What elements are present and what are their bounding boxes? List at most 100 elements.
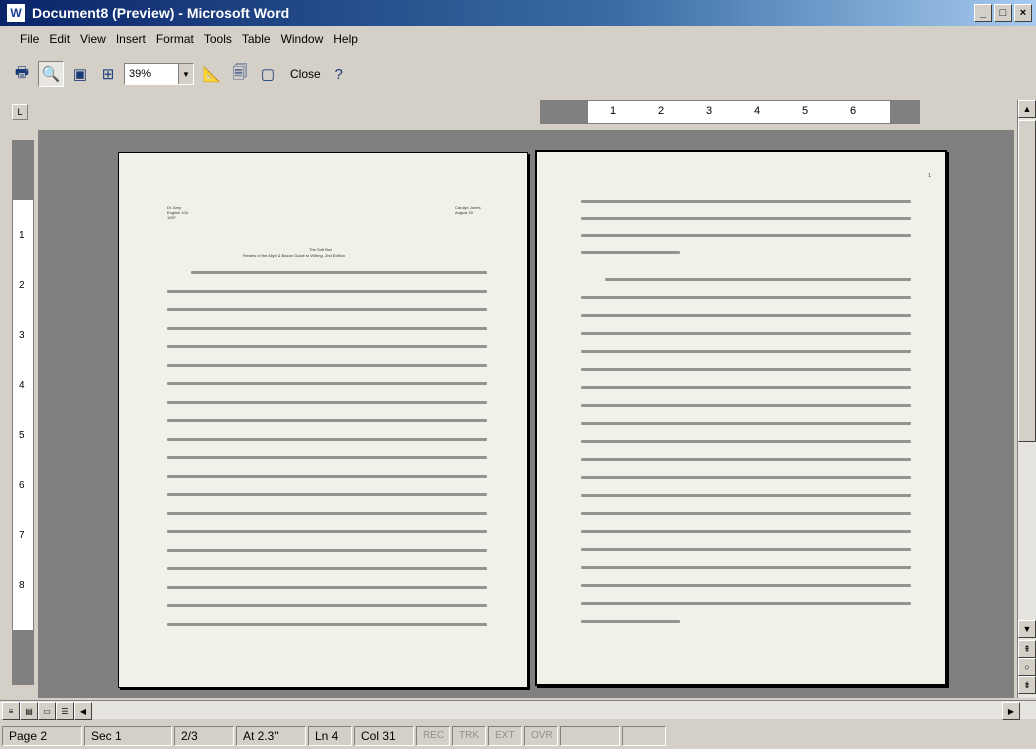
- ruler-bottom-margin: [13, 630, 33, 685]
- one-page-icon[interactable]: ▣: [68, 62, 92, 86]
- ruler-number: 6: [850, 105, 857, 117]
- previous-page-icon[interactable]: ⇞: [1018, 640, 1036, 658]
- status-trk[interactable]: TRK: [452, 725, 486, 746]
- text-line: [167, 604, 487, 607]
- status-rec[interactable]: REC: [416, 725, 450, 746]
- scroll-thumb[interactable]: [1018, 120, 1036, 442]
- vertical-scrollbar[interactable]: ▲ ▼ ⇞ ○ ⇟: [1017, 100, 1036, 698]
- menu-format[interactable]: Format: [156, 32, 194, 46]
- chevron-down-icon[interactable]: ▼: [178, 64, 193, 84]
- maximize-button[interactable]: □: [994, 4, 1012, 22]
- menu-edit[interactable]: Edit: [49, 32, 70, 46]
- text-line: [167, 382, 487, 385]
- menu-file[interactable]: File: [20, 32, 39, 46]
- text-line: [167, 400, 487, 404]
- menu-bar: File Edit View Insert Format Tools Table…: [0, 28, 1036, 50]
- text-line: [581, 200, 911, 203]
- text-line: [167, 530, 487, 533]
- status-ext[interactable]: EXT: [488, 725, 522, 746]
- minimize-button[interactable]: _: [974, 4, 992, 22]
- ruler-number: 6: [19, 480, 25, 491]
- header-line: 1997: [167, 215, 176, 220]
- view-ruler-icon[interactable]: 📐: [200, 62, 224, 86]
- zoom-value: 39%: [129, 68, 152, 80]
- status-line: Ln 4: [308, 725, 352, 746]
- page-2[interactable]: 1: [535, 150, 947, 686]
- text-line: [167, 437, 487, 441]
- text-line: [167, 622, 487, 626]
- print-layout-view-icon[interactable]: ▭: [38, 702, 56, 720]
- text-line: [581, 602, 911, 605]
- scroll-up-icon[interactable]: ▲: [1018, 100, 1036, 118]
- status-bar: Page 2 Sec 1 2/3 At 2.3" Ln 4 Col 31 REC…: [0, 722, 1036, 749]
- text-line: [167, 493, 487, 496]
- text-line: [167, 567, 487, 570]
- text-line: [581, 476, 911, 479]
- outline-view-icon[interactable]: ☰: [56, 702, 74, 720]
- normal-view-icon[interactable]: ≡: [2, 702, 20, 720]
- context-help-icon[interactable]: ?: [327, 62, 351, 86]
- text-line: [167, 289, 487, 293]
- status-ovr[interactable]: OVR: [524, 725, 558, 746]
- ruler-number: 4: [754, 105, 761, 117]
- window-controls: _ □ ×: [974, 4, 1032, 22]
- tab-selector[interactable]: L: [12, 104, 28, 120]
- ruler-number: 2: [19, 280, 25, 291]
- next-page-icon[interactable]: ⇟: [1018, 676, 1036, 694]
- text-line: [581, 548, 911, 551]
- status-column: Col 31: [354, 725, 414, 746]
- document-subtitle: Review of the Allyn & Bacon Guide to Wri…: [243, 253, 345, 258]
- text-line: [581, 620, 680, 623]
- status-page: Page 2: [2, 725, 82, 746]
- menu-table[interactable]: Table: [242, 32, 271, 46]
- header-line: August 20: [455, 210, 474, 215]
- menu-tools[interactable]: Tools: [204, 32, 232, 46]
- full-screen-icon[interactable]: ▢: [256, 62, 280, 86]
- menu-window[interactable]: Window: [281, 32, 324, 46]
- text-line: [167, 419, 487, 422]
- scroll-down-icon[interactable]: ▼: [1018, 620, 1036, 638]
- title-bar: W Document8 (Preview) - Microsoft Word _…: [0, 0, 1036, 26]
- ruler-number: 5: [802, 105, 809, 117]
- menu-insert[interactable]: Insert: [116, 32, 146, 46]
- text-line: [167, 548, 487, 552]
- status-page-count: 2/3: [174, 725, 234, 746]
- ruler-number: 8: [19, 580, 25, 591]
- text-line: [581, 234, 911, 237]
- ruler-top-margin: [13, 140, 33, 200]
- menu-help[interactable]: Help: [333, 32, 358, 46]
- magnifier-icon[interactable]: 🔍: [38, 61, 64, 87]
- close-preview-button[interactable]: Close: [290, 67, 321, 81]
- text-line: [167, 308, 487, 311]
- page-number: 1: [928, 173, 931, 179]
- text-line: [581, 332, 911, 335]
- text-line: [581, 512, 911, 515]
- scroll-right-icon[interactable]: ▶: [1002, 702, 1020, 720]
- text-line: [581, 458, 911, 461]
- multiple-pages-icon[interactable]: ⊞: [96, 62, 120, 86]
- close-window-button[interactable]: ×: [1014, 4, 1032, 22]
- scroll-left-icon[interactable]: ◀: [74, 702, 92, 720]
- ruler-right-margin: [890, 101, 920, 123]
- text-line: [167, 363, 487, 367]
- preview-workspace[interactable]: Dr. Amy English 104 1997 Carolyn Jones A…: [38, 130, 1014, 698]
- text-line: [167, 585, 487, 589]
- word-app-icon[interactable]: W: [6, 3, 26, 23]
- shrink-to-fit-icon[interactable]: 🗐: [228, 62, 252, 86]
- select-browse-object-icon[interactable]: ○: [1018, 658, 1036, 676]
- zoom-select[interactable]: 39% ▼: [124, 63, 194, 85]
- menu-view[interactable]: View: [80, 32, 106, 46]
- right-header: Carolyn Jones August 20: [455, 205, 481, 215]
- web-layout-view-icon[interactable]: ▤: [20, 702, 38, 720]
- text-line: [581, 530, 911, 533]
- page-1[interactable]: Dr. Amy English 104 1997 Carolyn Jones A…: [118, 152, 528, 688]
- print-icon[interactable]: 🖶: [10, 62, 34, 86]
- vertical-ruler[interactable]: 1 2 3 4 5 6 7 8: [12, 140, 34, 685]
- text-line: [605, 278, 911, 281]
- ruler-number: 1: [610, 105, 617, 117]
- status-section: Sec 1: [84, 725, 172, 746]
- horizontal-scrollbar[interactable]: ≡ ▤ ▭ ☰ ◀ ▶: [0, 700, 1036, 720]
- ruler-number: 7: [19, 530, 25, 541]
- horizontal-ruler[interactable]: 1 2 3 4 5 6: [540, 100, 920, 124]
- text-line: [581, 584, 911, 587]
